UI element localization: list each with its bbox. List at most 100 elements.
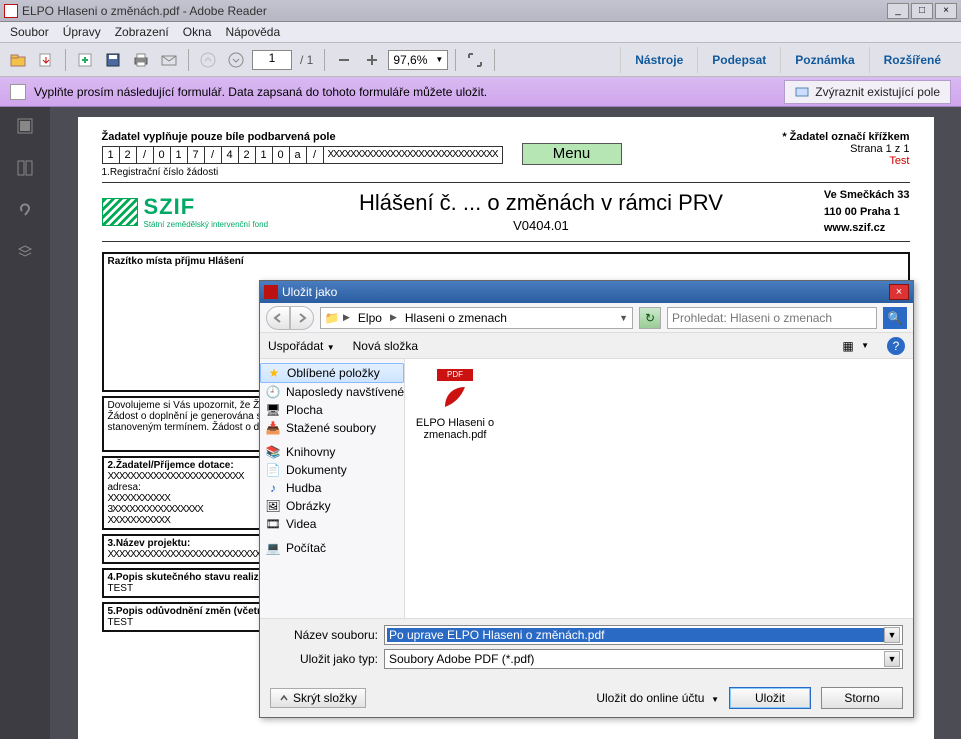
sidebar-recent[interactable]: 🕘Naposledy navštívené (260, 383, 404, 401)
cancel-button[interactable]: Storno (821, 687, 903, 709)
window-title: ELPO Hlaseni o změnách.pdf - Adobe Reade… (22, 4, 887, 18)
save-as-dialog: Uložit jako × 📁 ▶ Elpo ▶ Hlaseni o zmena… (259, 280, 914, 718)
dialog-footer: Skrýt složky Uložit do online účtu ▼ Ulo… (260, 679, 913, 717)
nav-forward-button[interactable] (290, 306, 314, 330)
szif-logo-icon (102, 198, 138, 226)
search-input[interactable]: Prohledat: Hlaseni o zmenach (667, 307, 877, 329)
file-item-elpo-pdf[interactable]: PDF ELPO Hlaseni o zmenach.pdf (415, 369, 495, 441)
zoom-out-icon[interactable] (332, 48, 356, 72)
export-pdf-icon[interactable] (34, 48, 58, 72)
page-up-icon[interactable] (196, 48, 220, 72)
close-button[interactable]: × (935, 3, 957, 19)
side-panel (0, 107, 50, 739)
menu-zobrazeni[interactable]: Zobrazení (115, 25, 169, 39)
search-go-button[interactable]: 🔍 (883, 307, 907, 329)
folder-icon: 📁 (325, 311, 339, 325)
nav-back-button[interactable] (266, 306, 290, 330)
page-total: / 1 (300, 53, 313, 67)
form-message-bar: Vyplňte prosím následující formulář. Dat… (0, 77, 961, 107)
zoom-in-icon[interactable] (360, 48, 384, 72)
address-block: Ve Smečkách 33 110 00 Praha 1 www.szif.c… (814, 187, 910, 237)
filename-label: Název souboru: (270, 628, 378, 642)
form-message-text: Vyplňte prosím následující formulář. Dat… (34, 85, 487, 99)
szif-text: SZIF (144, 194, 269, 220)
fit-icon[interactable] (463, 48, 487, 72)
create-pdf-icon[interactable] (73, 48, 97, 72)
dialog-sidebar: ★Oblíbené položky 🕘Naposledy navštívené … (260, 359, 405, 618)
layers-icon[interactable] (14, 241, 36, 263)
save-icon[interactable] (101, 48, 125, 72)
page-indicator: Strana 1 z 1 (782, 143, 909, 155)
refresh-button[interactable]: ↻ (639, 307, 661, 329)
sidebar-documents[interactable]: 📄Dokumenty (260, 461, 404, 479)
attachments-icon[interactable] (14, 199, 36, 221)
reg-number-label: 1.Registrační číslo žádosti (102, 167, 622, 178)
menu-napoveda[interactable]: Nápověda (225, 25, 280, 39)
tab-rozsirene[interactable]: Rozšířené (869, 47, 955, 73)
dialog-close-button[interactable]: × (889, 284, 909, 300)
sidebar-videos[interactable]: 🎞Videa (260, 515, 404, 533)
dialog-title: Uložit jako (282, 285, 337, 299)
form-icon (10, 84, 26, 100)
dialog-nav-bar: 📁 ▶ Elpo ▶ Hlaseni o zmenach ▼ ↻ Prohled… (260, 303, 913, 333)
print-icon[interactable] (129, 48, 153, 72)
tab-poznamka[interactable]: Poznámka (780, 47, 868, 73)
chevron-down-icon[interactable]: ▼ (884, 627, 900, 643)
szif-subtitle: Státní zemědělský intervenční fond (144, 220, 269, 229)
libraries-header[interactable]: 📚Knihovny (260, 443, 404, 461)
organize-button[interactable]: Uspořádat ▼ (268, 339, 335, 353)
pdf-badge: PDF (437, 369, 473, 381)
zoom-level[interactable]: 97,6%▼ (388, 50, 448, 70)
dialog-form: Název souboru: Po uprave ELPO Hlaseni o … (260, 618, 913, 679)
breadcrumb-hlaseni[interactable]: Hlaseni o zmenach (401, 311, 511, 325)
file-list-pane[interactable]: PDF ELPO Hlaseni o zmenach.pdf (405, 359, 913, 618)
document-title: Hlášení č. ... o změnách v rámci PRV (268, 190, 814, 216)
help-button[interactable]: ? (887, 337, 905, 355)
menu-upravy[interactable]: Úpravy (63, 25, 101, 39)
dialog-toolbar: Uspořádat ▼ Nová složka ▦▼ ? (260, 333, 913, 359)
highlight-fields-button[interactable]: Zvýraznit existující pole (784, 80, 951, 104)
filetype-select[interactable]: Soubory Adobe PDF (*.pdf) ▼ (384, 649, 903, 669)
pdf-icon (264, 285, 278, 299)
sidebar-desktop[interactable]: 🖥Plocha (260, 401, 404, 419)
breadcrumb-path[interactable]: 📁 ▶ Elpo ▶ Hlaseni o zmenach ▼ (320, 307, 633, 329)
view-mode-button[interactable]: ▦ (841, 339, 855, 353)
page-down-icon[interactable] (224, 48, 248, 72)
thumbnails-icon[interactable] (14, 115, 36, 137)
computer-header[interactable]: 💻Počítač (260, 539, 404, 557)
bookmarks-icon[interactable] (14, 157, 36, 179)
open-icon[interactable] (6, 48, 30, 72)
adobe-reader-icon (441, 383, 469, 411)
sidebar-music[interactable]: ♪Hudba (260, 479, 404, 497)
document-version: V0404.01 (268, 218, 814, 233)
filename-input[interactable]: Po uprave ELPO Hlaseni o změnách.pdf ▼ (384, 625, 903, 645)
registration-cells: 1 2 / 0 1 7 / 4 2 1 0 a / (102, 146, 502, 164)
menu-bar: Soubor Úpravy Zobrazení Okna Nápověda (0, 22, 961, 42)
sidebar-downloads[interactable]: 📥Stažené soubory (260, 419, 404, 437)
filetype-label: Uložit jako typ: (270, 652, 378, 666)
menu-soubor[interactable]: Soubor (10, 25, 49, 39)
breadcrumb-elpo[interactable]: Elpo (354, 311, 386, 325)
tab-nastroje[interactable]: Nástroje (620, 47, 697, 73)
file-name-label: ELPO Hlaseni o zmenach.pdf (415, 417, 495, 441)
save-online-button[interactable]: Uložit do online účtu ▼ (596, 691, 719, 705)
favorites-header[interactable]: ★Oblíbené položky (260, 363, 404, 383)
sidebar-pictures[interactable]: 🖼Obrázky (260, 497, 404, 515)
maximize-button[interactable]: □ (911, 3, 933, 19)
test-label: Test (782, 155, 909, 167)
pdf-icon (4, 4, 18, 18)
dialog-titlebar: Uložit jako × (260, 281, 913, 303)
note-cross: * Žadatel označí křížkem (782, 131, 909, 143)
menu-okna[interactable]: Okna (183, 25, 212, 39)
form-menu-button[interactable]: Menu (522, 143, 622, 165)
page-number-input[interactable]: 1 (252, 50, 292, 70)
minimize-button[interactable]: _ (887, 3, 909, 19)
note-fill-white: Žadatel vyplňuje pouze bíle podbarvená p… (102, 131, 336, 143)
email-icon[interactable] (157, 48, 181, 72)
tab-podepsat[interactable]: Podepsat (697, 47, 780, 73)
hide-folders-button[interactable]: Skrýt složky (270, 688, 366, 708)
chevron-down-icon[interactable]: ▼ (884, 651, 900, 667)
new-folder-button[interactable]: Nová složka (353, 339, 418, 353)
save-button[interactable]: Uložit (729, 687, 811, 709)
toolbar: 1 / 1 97,6%▼ Nástroje Podepsat Poznámka … (0, 42, 961, 77)
